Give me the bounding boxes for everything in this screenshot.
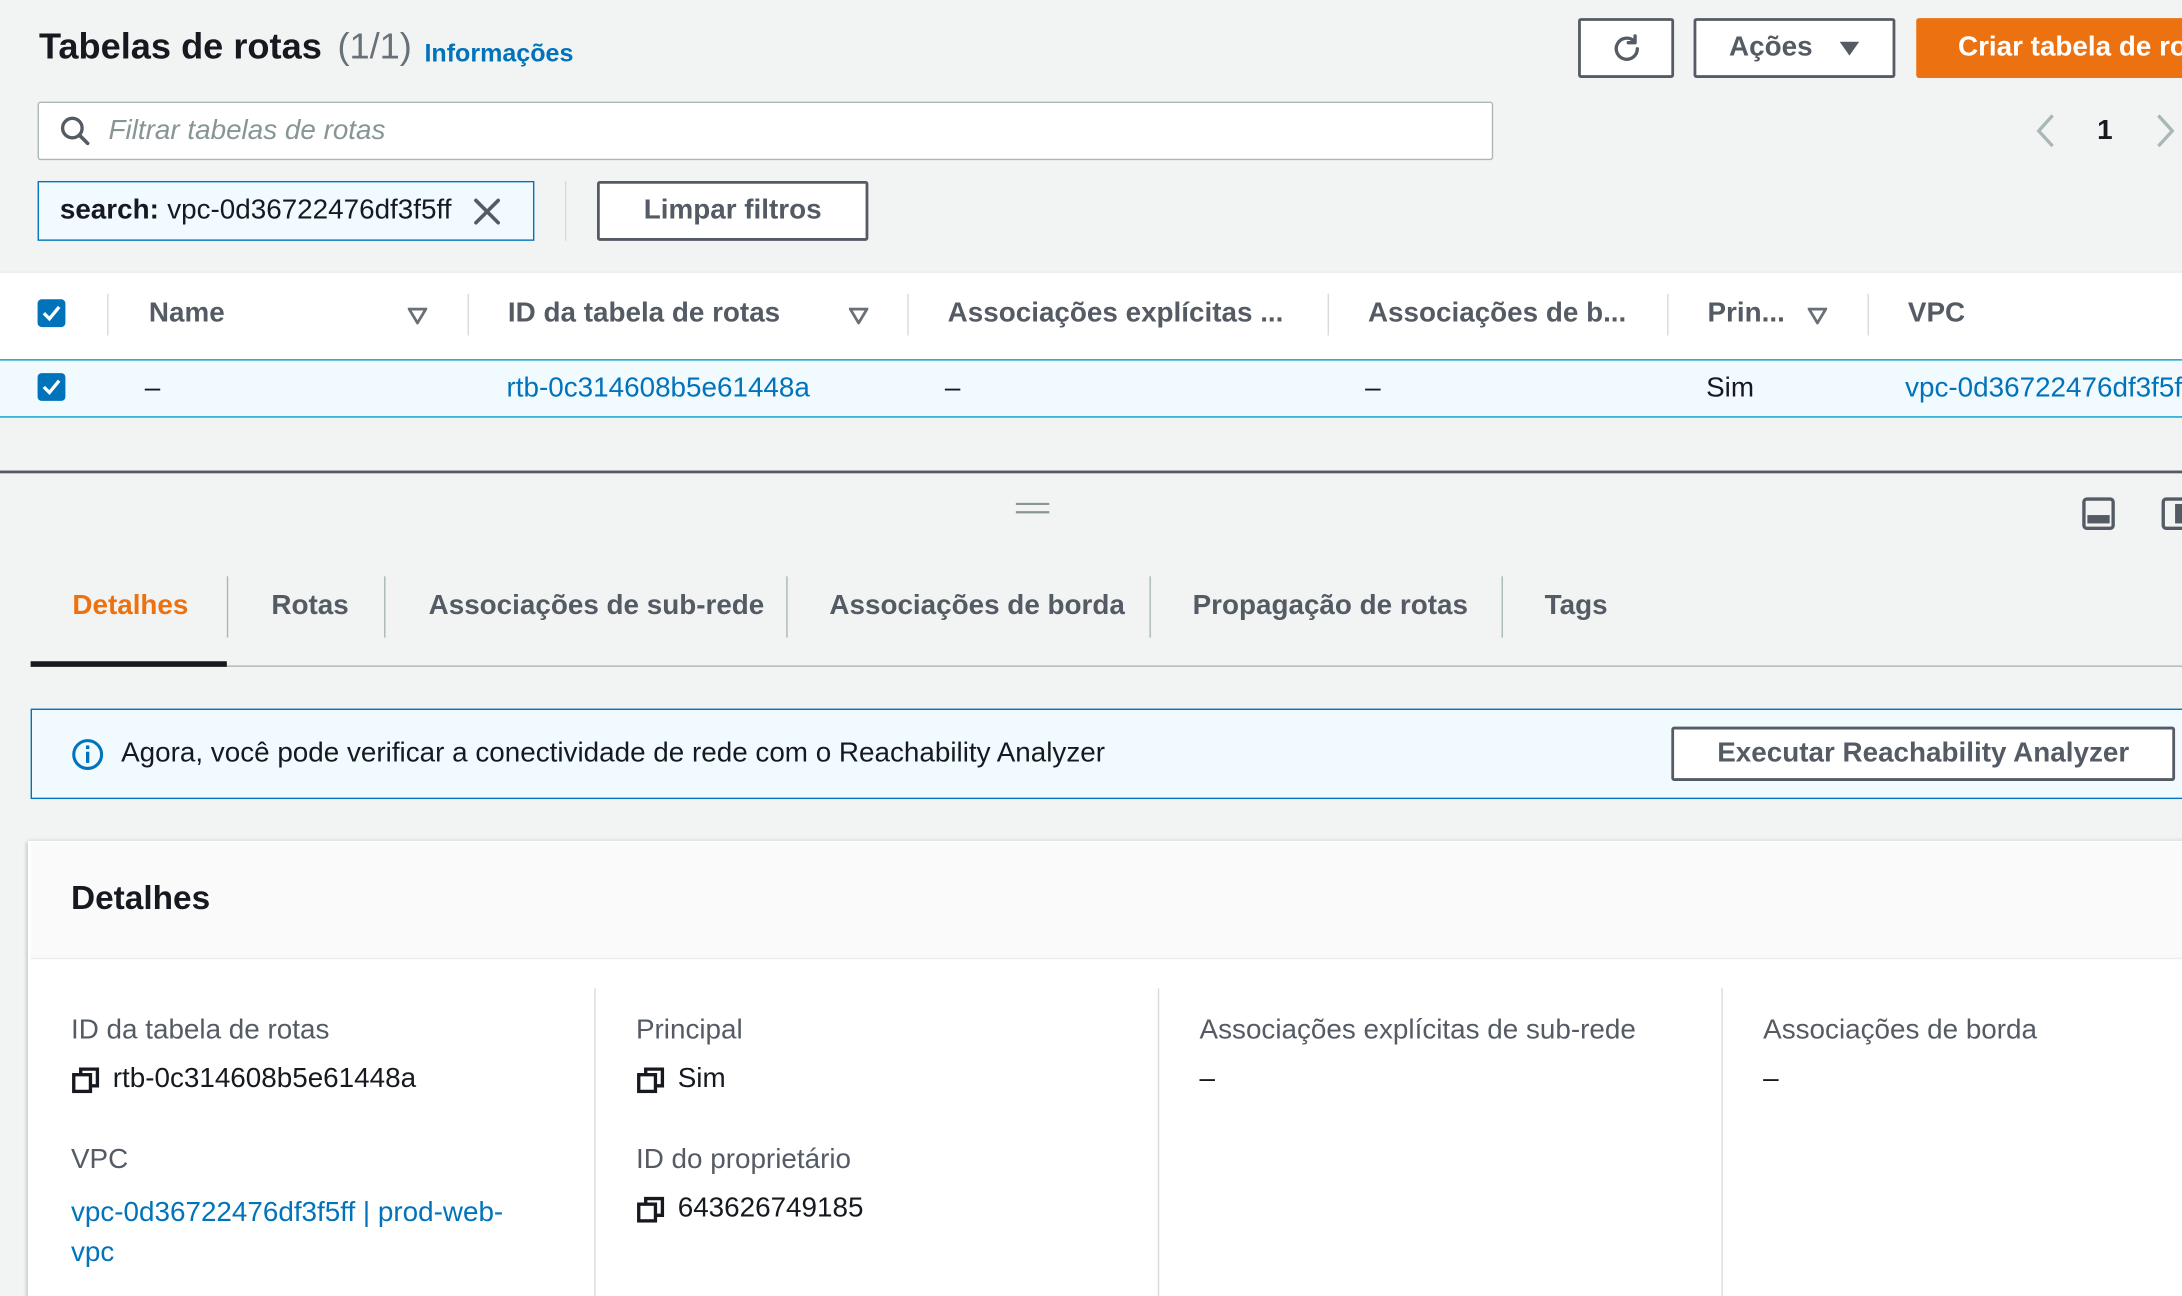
- table-row[interactable]: [0, 359, 2182, 418]
- refresh-button[interactable]: [1578, 18, 1675, 78]
- actions-button[interactable]: Ações: [1693, 18, 1896, 78]
- tabs-baseline: [30, 665, 2182, 667]
- cell-route-table-id[interactable]: rtb-0c314608b5e61448a: [507, 373, 810, 405]
- cell-edge-assoc: –: [1365, 373, 1381, 404]
- search-icon: [60, 116, 90, 146]
- info-link[interactable]: Informações: [424, 39, 573, 68]
- owner-id-label: ID do proprietário: [635, 1144, 852, 1175]
- details-header-bg: [30, 842, 2182, 960]
- tab-subnet-associations[interactable]: Associações de sub-rede: [429, 590, 765, 622]
- main-label: Principal: [635, 1014, 743, 1046]
- info-icon: [72, 739, 104, 770]
- main-value-text: Sim: [677, 1063, 726, 1095]
- owner-id-value: 643626749185: [636, 1193, 864, 1225]
- filter-token-value: vpc-0d36722476df3f5ff: [167, 194, 452, 226]
- col-vpc[interactable]: VPC: [1908, 298, 1965, 330]
- vpc-link-line2: vpc: [70, 1237, 115, 1269]
- run-reachability-analyzer-button[interactable]: Executar Reachability Analyzer: [1671, 726, 2176, 781]
- col-edge-assoc[interactable]: Associações de b...: [1368, 298, 1626, 330]
- tab-divider: [1501, 576, 1503, 638]
- create-route-table-label: Criar tabela de rotas: [1957, 32, 2182, 63]
- col-divider: [1867, 293, 1869, 336]
- tab-edge-associations[interactable]: Associações de borda: [829, 590, 1124, 622]
- edge-assoc-value: –: [1763, 1063, 1779, 1095]
- col-route-table-id[interactable]: ID da tabela de rotas: [508, 298, 780, 330]
- copy-icon[interactable]: [636, 1194, 667, 1225]
- col-name[interactable]: Name: [149, 298, 225, 330]
- tab-details[interactable]: Detalhes: [72, 590, 188, 622]
- run-reachability-analyzer-label: Executar Reachability Analyzer: [1717, 737, 2130, 769]
- actions-label: Ações: [1729, 32, 1813, 63]
- sort-icon[interactable]: [407, 307, 428, 325]
- cell-name: –: [144, 373, 161, 404]
- edge-assoc-label: Associações de borda: [1763, 1014, 2038, 1046]
- close-icon[interactable]: [474, 197, 502, 225]
- next-page-icon[interactable]: [2154, 113, 2176, 149]
- details-title: Detalhes: [70, 879, 211, 918]
- route-table-id-label: ID da tabela de rotas: [70, 1014, 330, 1046]
- page-title-text: Tabelas de rotas: [38, 25, 322, 67]
- sort-icon[interactable]: [1807, 307, 1828, 325]
- page-number[interactable]: 1: [2097, 116, 2112, 148]
- explicit-assoc-label: Associações explícitas de sub-rede: [1199, 1014, 1636, 1046]
- filter-token: search: vpc-0d36722476df3f5ff: [37, 180, 535, 241]
- panel-bottom-icon[interactable]: [2082, 497, 2115, 530]
- tab-divider: [1149, 576, 1151, 638]
- sort-icon[interactable]: [848, 307, 869, 325]
- col-divider: [907, 293, 909, 336]
- col-main[interactable]: Prin...: [1707, 298, 1784, 330]
- drag-handle-icon[interactable]: [1014, 501, 1050, 515]
- copy-icon[interactable]: [71, 1064, 102, 1095]
- token-divider: [564, 180, 567, 241]
- tab-routes[interactable]: Rotas: [271, 590, 348, 622]
- page-title-count: (1/1): [337, 25, 412, 67]
- select-all-checkbox[interactable]: [37, 299, 66, 328]
- col-divider: [107, 293, 109, 336]
- tab-divider: [384, 576, 386, 638]
- cell-explicit-assoc: –: [944, 373, 961, 404]
- refresh-icon: [1613, 33, 1639, 61]
- details-divider: [1721, 988, 1723, 1296]
- explicit-assoc-value: –: [1199, 1063, 1216, 1095]
- clear-filters-label: Limpar filtros: [643, 194, 822, 226]
- banner-text: Agora, você pode verificar a conectivida…: [121, 737, 1106, 769]
- cell-main: Sim: [1706, 373, 1755, 404]
- owner-id-text: 643626749185: [677, 1193, 864, 1224]
- col-explicit-assoc[interactable]: Associações explícitas ...: [948, 298, 1284, 330]
- create-route-table-button[interactable]: Criar tabela de rotas: [1916, 18, 2182, 78]
- tab-tags[interactable]: Tags: [1545, 590, 1608, 622]
- vpc-label: VPC: [70, 1144, 129, 1175]
- col-divider: [467, 293, 469, 336]
- details-divider: [1157, 988, 1160, 1296]
- vpc-link[interactable]: vpc-0d36722476df3f5ff | prod-web- vpc: [71, 1193, 503, 1274]
- caret-down-icon: [1839, 41, 1859, 55]
- copy-icon[interactable]: [636, 1064, 667, 1095]
- search-input[interactable]: Filtrar tabelas de rotas: [37, 101, 1494, 161]
- col-divider: [1327, 293, 1329, 336]
- main-value: Sim: [636, 1064, 726, 1096]
- tab-divider: [786, 576, 788, 638]
- search-placeholder: Filtrar tabelas de rotas: [108, 114, 386, 146]
- route-table-id-text: rtb-0c314608b5e61448a: [112, 1063, 417, 1095]
- details-divider: [594, 988, 596, 1296]
- vpc-link-line1: vpc-0d36722476df3f5ff | prod-web-: [70, 1197, 504, 1228]
- clear-filters-button[interactable]: Limpar filtros: [596, 180, 869, 241]
- route-table-id-value: rtb-0c314608b5e61448a: [71, 1064, 416, 1096]
- active-tab-indicator: [30, 661, 227, 667]
- col-divider: [1667, 293, 1669, 336]
- page-title: Tabelas de rotas (1/1): [39, 25, 412, 68]
- cell-vpc[interactable]: vpc-0d36722476df3f5ff: [1905, 373, 2182, 405]
- filter-token-key: search:: [59, 194, 159, 226]
- tab-route-propagation[interactable]: Propagação de rotas: [1193, 590, 1468, 622]
- prev-page-icon[interactable]: [2035, 113, 2057, 149]
- row-checkbox[interactable]: [37, 373, 66, 401]
- split-panel-divider[interactable]: [0, 470, 2182, 474]
- panel-side-icon[interactable]: [2161, 497, 2182, 530]
- tab-divider: [226, 576, 229, 638]
